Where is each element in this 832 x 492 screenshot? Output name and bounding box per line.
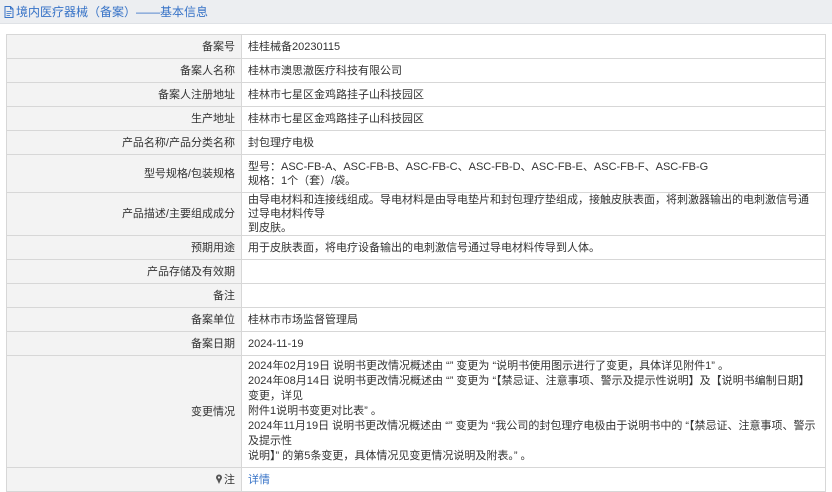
details-link[interactable]: 详情 [248,474,270,486]
description-line: 到皮肤。 [248,222,292,234]
row-remarks: 备注 [6,283,826,308]
row-record-number: 备案号 桂桂械备20230115 [6,34,826,59]
value-change-log: 2024年02月19日 说明书更改情况概述由 “” 变更为 “说明书使用图示进行… [241,355,826,468]
value-production-address: 桂林市七星区金鸡路挂子山科技园区 [241,106,826,131]
label-model-spec: 型号规格/包装规格 [6,154,242,193]
row-registrant-name: 备案人名称 桂林市澳思澈医疗科技有限公司 [6,58,826,83]
label-record-unit: 备案单位 [6,307,242,332]
change-log-line: 2024年08月14日 说明书更改情况概述由 “” 变更为 “【禁忌证、注意事项… [248,375,810,402]
label-registrant-name: 备案人名称 [6,58,242,83]
value-remarks [241,283,826,308]
title-bar: 境内医疗器械（备案）——基本信息 [0,0,832,24]
footnote-label: 注 [224,473,235,486]
label-record-date: 备案日期 [6,331,242,356]
change-log-line: 2024年02月19日 说明书更改情况概述由 “” 变更为 “说明书使用图示进行… [248,360,729,372]
change-log-line: 附件1说明书变更对比表” 。 [248,405,382,417]
spec-line: 规格：1个（套）/袋。 [248,174,357,187]
value-record-unit: 桂林市市场监督管理局 [241,307,826,332]
value-record-date: 2024-11-19 [241,331,826,356]
value-intended-use: 用于皮肤表面，将电疗设备输出的电刺激信号通过导电材料传导到人体。 [241,235,826,260]
value-registrant-name: 桂林市澳思澈医疗科技有限公司 [241,58,826,83]
label-storage: 产品存储及有效期 [6,259,242,284]
value-description: 由导电材料和连接线组成。导电材料是由导电垫片和封包理疗垫组成，接触皮肤表面，将刺… [241,192,826,236]
document-icon [4,5,14,18]
value-model-spec: 型号：ASC-FB-A、ASC-FB-B、ASC-FB-C、ASC-FB-D、A… [241,154,826,193]
row-registrant-address: 备案人注册地址 桂林市七星区金鸡路挂子山科技园区 [6,82,826,107]
row-description: 产品描述/主要组成成分 由导电材料和连接线组成。导电材料是由导电垫片和封包理疗垫… [6,192,826,236]
row-change-log: 变更情况 2024年02月19日 说明书更改情况概述由 “” 变更为 “说明书使… [6,355,826,468]
page-title: 境内医疗器械（备案）——基本信息 [16,5,209,19]
row-intended-use: 预期用途 用于皮肤表面，将电疗设备输出的电刺激信号通过导电材料传导到人体。 [6,235,826,260]
label-production-address: 生产地址 [6,106,242,131]
row-product-name: 产品名称/产品分类名称 封包理疗电极 [6,130,826,155]
model-line: 型号：ASC-FB-A、ASC-FB-B、ASC-FB-C、ASC-FB-D、A… [248,160,709,173]
pin-icon [216,474,222,484]
row-footnote: 注 详情 [6,467,826,492]
label-change-log: 变更情况 [6,355,242,468]
row-record-unit: 备案单位 桂林市市场监督管理局 [6,307,826,332]
row-model-spec: 型号规格/包装规格 型号：ASC-FB-A、ASC-FB-B、ASC-FB-C、… [6,154,826,193]
row-record-date: 备案日期 2024-11-19 [6,331,826,356]
label-intended-use: 预期用途 [6,235,242,260]
value-registrant-address: 桂林市七星区金鸡路挂子山科技园区 [241,82,826,107]
value-footnote: 详情 [241,467,826,492]
label-product-name: 产品名称/产品分类名称 [6,130,242,155]
change-log-line: 2024年11月19日 说明书更改情况概述由 “” 变更为 “我公司的封包理疗电… [248,420,816,447]
value-record-number: 桂桂械备20230115 [241,34,826,59]
label-remarks: 备注 [6,283,242,308]
change-log-line: 说明】” 的第5条变更，具体情况见变更情况说明及附表。” 。 [248,450,532,462]
value-storage [241,259,826,284]
info-table: 备案号 桂桂械备20230115 备案人名称 桂林市澳思澈医疗科技有限公司 备案… [6,34,826,492]
description-line: 由导电材料和连接线组成。导电材料是由导电垫片和封包理疗垫组成，接触皮肤表面，将刺… [248,194,809,220]
label-record-number: 备案号 [6,34,242,59]
row-production-address: 生产地址 桂林市七星区金鸡路挂子山科技园区 [6,106,826,131]
row-storage: 产品存储及有效期 [6,259,826,284]
label-footnote: 注 [6,467,242,492]
label-description: 产品描述/主要组成成分 [6,192,242,236]
label-registrant-address: 备案人注册地址 [6,82,242,107]
value-product-name: 封包理疗电极 [241,130,826,155]
